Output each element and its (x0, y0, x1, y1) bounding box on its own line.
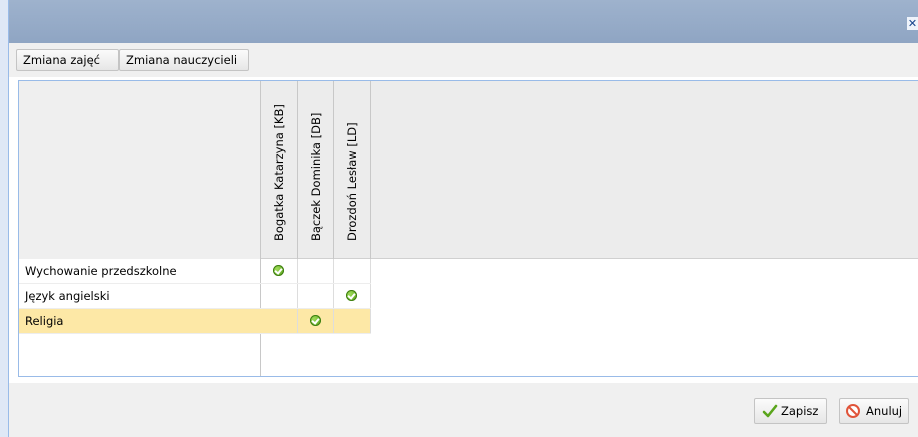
column-header-teacher[interactable]: Bączek Dominika [DB] (298, 81, 334, 259)
table-row[interactable]: Wychowanie przedszkolne (19, 259, 371, 284)
cancel-label: Anuluj (866, 404, 903, 418)
window-titlebar: ✕ (9, 0, 918, 43)
grid-cell[interactable] (298, 259, 334, 283)
table-row[interactable]: Język angielski (19, 284, 371, 309)
checkmark-icon (762, 404, 778, 418)
save-label: Zapisz (781, 404, 819, 418)
grid-cell[interactable] (298, 284, 334, 308)
grid-cell[interactable] (334, 309, 371, 333)
grid-cell[interactable] (261, 284, 298, 308)
cancel-icon (846, 404, 860, 418)
column-header-label: Bączek Dominika [DB] (309, 112, 323, 241)
table-row[interactable]: Religia (19, 309, 371, 334)
grid-cell[interactable] (334, 284, 371, 308)
close-icon[interactable]: ✕ (907, 17, 918, 30)
column-header-label: Drozdoń Lesław [LD] (345, 122, 359, 241)
subject-name: Wychowanie przedszkolne (25, 264, 177, 278)
change-teachers-button[interactable]: Zmiana nauczycieli (119, 49, 249, 71)
column-header-teacher[interactable]: Bogatka Katarzyna [KB] (261, 81, 298, 259)
check-circle-icon (346, 290, 357, 301)
change-classes-button[interactable]: Zmiana zajęć (16, 49, 119, 71)
grid-cell[interactable] (261, 259, 298, 283)
subject-column-header (19, 81, 261, 259)
assignment-grid: Bogatka Katarzyna [KB] Bączek Dominika [… (18, 80, 918, 377)
column-header-label: Bogatka Katarzyna [KB] (272, 104, 286, 241)
column-header-teacher[interactable]: Drozdoń Lesław [LD] (334, 81, 371, 259)
save-button[interactable]: Zapisz (754, 398, 827, 424)
grid-cell[interactable] (298, 309, 334, 333)
dialog-footer: Zapisz Anuluj (9, 383, 918, 437)
cancel-button[interactable]: Anuluj (839, 398, 909, 424)
grid-cell[interactable] (261, 309, 298, 333)
subject-name: Religia (25, 314, 64, 328)
toolbar: Zmiana zajęć Zmiana nauczycieli (9, 43, 918, 77)
subject-name: Język angielski (25, 289, 110, 303)
window-left-edge (0, 0, 9, 437)
grid-cell[interactable] (334, 259, 371, 283)
check-circle-icon (273, 265, 284, 276)
check-circle-icon (309, 315, 321, 326)
